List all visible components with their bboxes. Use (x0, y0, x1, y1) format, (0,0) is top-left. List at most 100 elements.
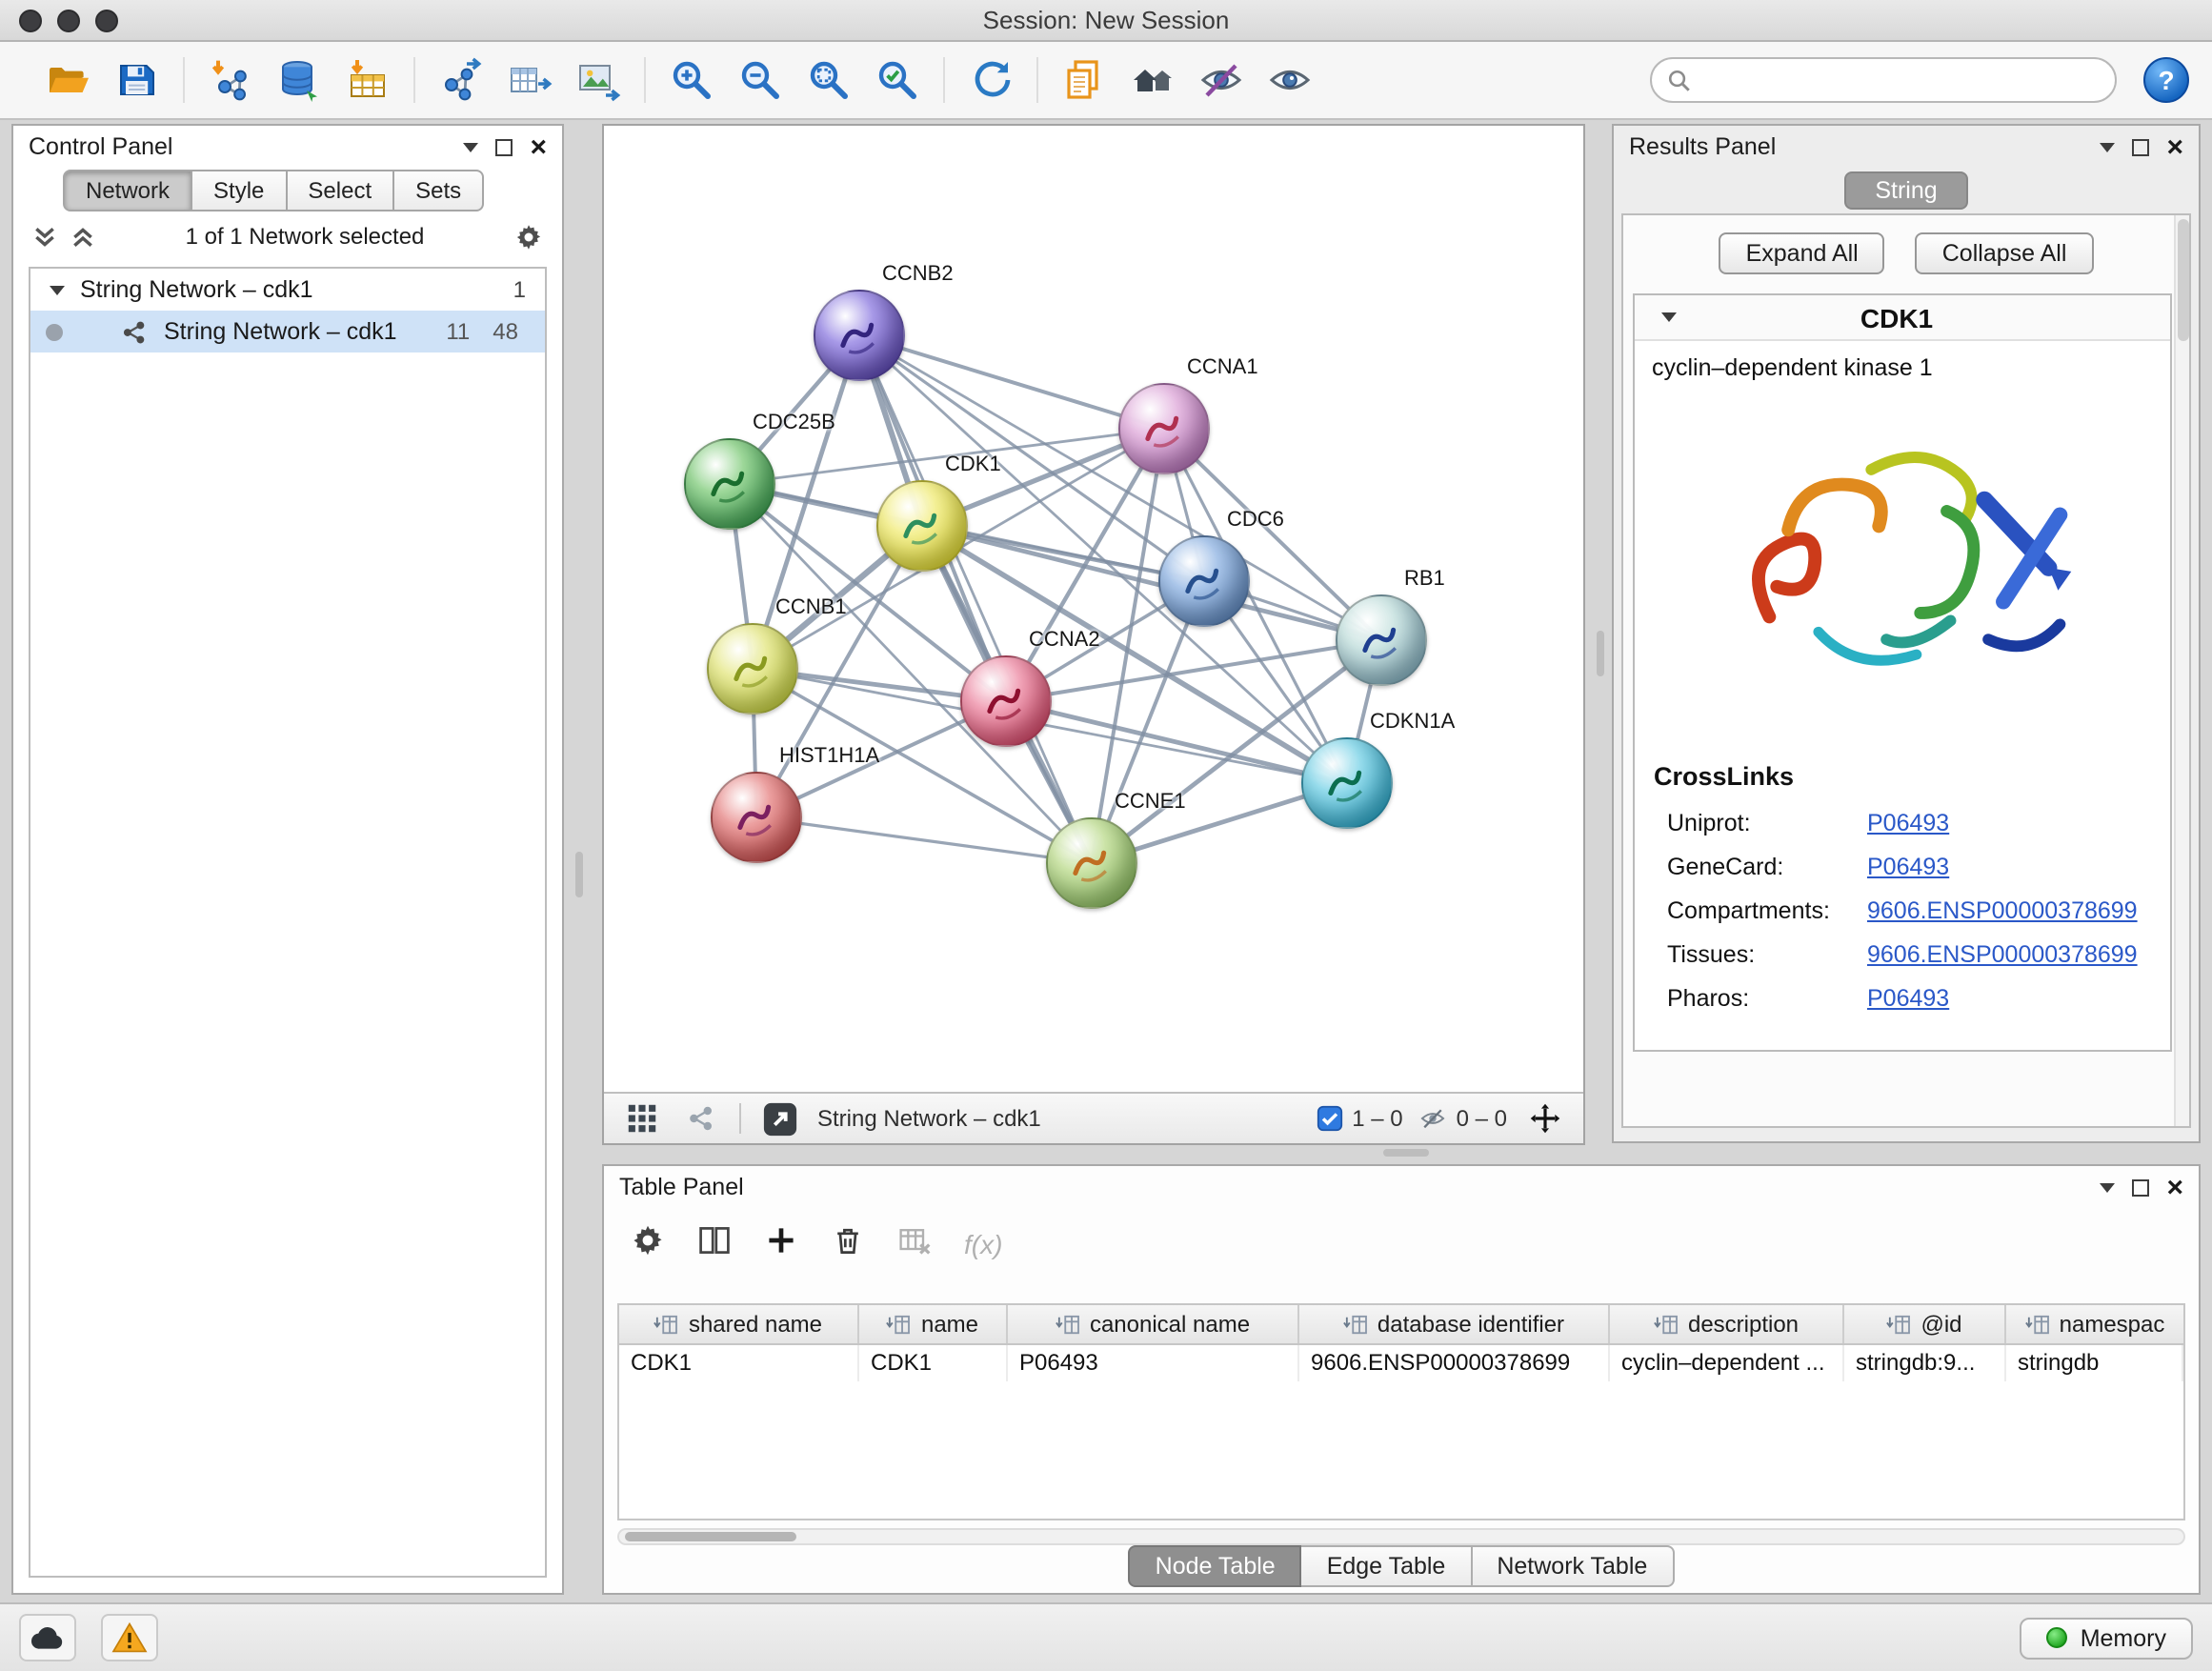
network-node-ccnb1[interactable] (707, 623, 798, 715)
crosslink-link[interactable]: P06493 (1867, 984, 1949, 1011)
zoom-fit-button[interactable] (800, 51, 857, 109)
search-box[interactable] (1650, 57, 2117, 103)
window-titlebar[interactable]: Session: New Session (0, 0, 2212, 42)
network-node-hist1h1a[interactable] (711, 772, 802, 863)
zoom-selected-button[interactable] (869, 51, 926, 109)
export-network-button[interactable] (432, 51, 490, 109)
maximize-window-button[interactable] (95, 10, 118, 32)
network-canvas[interactable]: CCNB2CCNA1CDC25BCDK1CDC6RB1CCNB1CCNA2CDK… (604, 126, 1583, 1092)
tab-network-table[interactable]: Network Table (1472, 1545, 1674, 1587)
gene-section-header[interactable]: CDK1 (1635, 295, 2170, 341)
column-header[interactable]: namespac (2006, 1305, 2183, 1343)
zoom-in-button[interactable] (663, 51, 720, 109)
close-panel-icon[interactable]: × (2166, 132, 2183, 161)
hidden-eye-icon[interactable] (1420, 1105, 1447, 1132)
collapse-all-button[interactable]: Collapse All (1916, 232, 2094, 274)
first-neighbors-button[interactable] (1124, 51, 1181, 109)
export-image-button[interactable] (570, 51, 627, 109)
panel-menu-icon[interactable] (463, 142, 478, 151)
float-panel-icon[interactable] (2132, 1178, 2149, 1196)
export-table-button[interactable] (501, 51, 558, 109)
import-network-file-button[interactable] (202, 51, 259, 109)
float-panel-icon[interactable] (2132, 138, 2149, 155)
selected-checkbox-icon[interactable] (1316, 1105, 1342, 1132)
network-node-cdc6[interactable] (1158, 535, 1250, 627)
network-edge[interactable] (756, 817, 1092, 863)
network-node-cdkn1a[interactable] (1301, 737, 1393, 829)
splitter-handle[interactable] (575, 852, 583, 897)
delete-table-button[interactable] (897, 1222, 932, 1266)
crosslink-link[interactable]: 9606.ENSP00000378699 (1867, 940, 2138, 967)
network-edge[interactable] (859, 335, 1092, 863)
crosslink-link[interactable]: P06493 (1867, 809, 1949, 836)
open-session-button[interactable] (40, 51, 97, 109)
memory-button[interactable]: Memory (2020, 1617, 2193, 1659)
network-options-gear-icon[interactable] (514, 222, 543, 251)
network-node-ccnb2[interactable] (814, 290, 905, 381)
network-edge[interactable] (859, 335, 1164, 429)
tab-select[interactable]: Select (287, 170, 394, 211)
minimize-window-button[interactable] (57, 10, 80, 32)
network-edge[interactable] (1006, 701, 1347, 783)
scrollbar-thumb[interactable] (625, 1532, 796, 1541)
import-network-database-button[interactable] (271, 51, 328, 109)
column-header[interactable]: canonical name (1008, 1305, 1299, 1343)
network-node-ccne1[interactable] (1046, 817, 1137, 909)
collapse-all-icon[interactable] (32, 224, 57, 249)
tab-sets[interactable]: Sets (394, 170, 484, 211)
network-row[interactable]: String Network – cdk1 11 48 (30, 311, 545, 352)
expand-all-button[interactable]: Expand All (1719, 232, 1885, 274)
column-header[interactable]: name (859, 1305, 1008, 1343)
import-table-file-button[interactable] (339, 51, 396, 109)
tab-node-table[interactable]: Node Table (1129, 1545, 1302, 1587)
warnings-button[interactable] (101, 1614, 158, 1661)
table-options-button[interactable] (631, 1222, 665, 1266)
network-collection-row[interactable]: String Network – cdk1 1 (30, 269, 545, 311)
float-panel-icon[interactable] (495, 138, 513, 155)
network-node-ccna2[interactable] (960, 655, 1052, 747)
table-horizontal-scrollbar[interactable] (617, 1528, 2185, 1545)
tab-network[interactable]: Network (63, 170, 192, 211)
scrollbar-thumb[interactable] (2177, 219, 2188, 341)
splitter-handle[interactable] (1383, 1149, 1429, 1157)
pan-mode-button[interactable] (1524, 1097, 1566, 1139)
tab-string[interactable]: String (1844, 171, 1967, 210)
show-columns-button[interactable] (697, 1222, 732, 1266)
splitter-handle[interactable] (1597, 631, 1604, 676)
tree-expand-icon[interactable] (50, 285, 65, 294)
section-expand-icon[interactable] (1661, 312, 1677, 322)
save-session-button[interactable] (109, 51, 166, 109)
close-panel-icon[interactable]: × (2166, 1173, 2183, 1201)
zoom-out-button[interactable] (732, 51, 789, 109)
delete-column-button[interactable] (831, 1222, 865, 1266)
network-node-cdk1[interactable] (876, 480, 968, 572)
search-input[interactable] (1703, 67, 2100, 93)
column-header[interactable]: description (1610, 1305, 1844, 1343)
expand-all-icon[interactable] (70, 224, 95, 249)
network-node-ccna1[interactable] (1118, 383, 1210, 474)
network-node-cdc25b[interactable] (684, 438, 775, 530)
tab-style[interactable]: Style (192, 170, 287, 211)
open-in-new-window-button[interactable] (758, 1097, 800, 1139)
network-node-rb1[interactable] (1336, 594, 1427, 686)
cloud-status-button[interactable] (19, 1614, 76, 1661)
refresh-view-button[interactable] (962, 51, 1019, 109)
close-window-button[interactable] (19, 10, 42, 32)
grid-view-button[interactable] (621, 1097, 663, 1139)
copy-button[interactable] (1056, 51, 1113, 109)
column-header[interactable]: shared name (619, 1305, 859, 1343)
panel-menu-icon[interactable] (2100, 1182, 2115, 1192)
crosslink-link[interactable]: 9606.ENSP00000378699 (1867, 896, 2138, 923)
results-scrollbar[interactable] (2174, 215, 2189, 1126)
help-button[interactable]: ? (2143, 57, 2189, 103)
function-builder-button[interactable]: f(x) (964, 1229, 1002, 1259)
birdseye-view-button[interactable] (680, 1097, 722, 1139)
column-header[interactable]: @id (1844, 1305, 2006, 1343)
close-panel-icon[interactable]: × (530, 132, 547, 161)
panel-menu-icon[interactable] (2100, 142, 2115, 151)
add-column-button[interactable] (764, 1222, 798, 1266)
tab-edge-table[interactable]: Edge Table (1302, 1545, 1473, 1587)
show-all-button[interactable] (1261, 51, 1318, 109)
column-header[interactable]: database identifier (1299, 1305, 1610, 1343)
crosslink-link[interactable]: P06493 (1867, 853, 1949, 879)
